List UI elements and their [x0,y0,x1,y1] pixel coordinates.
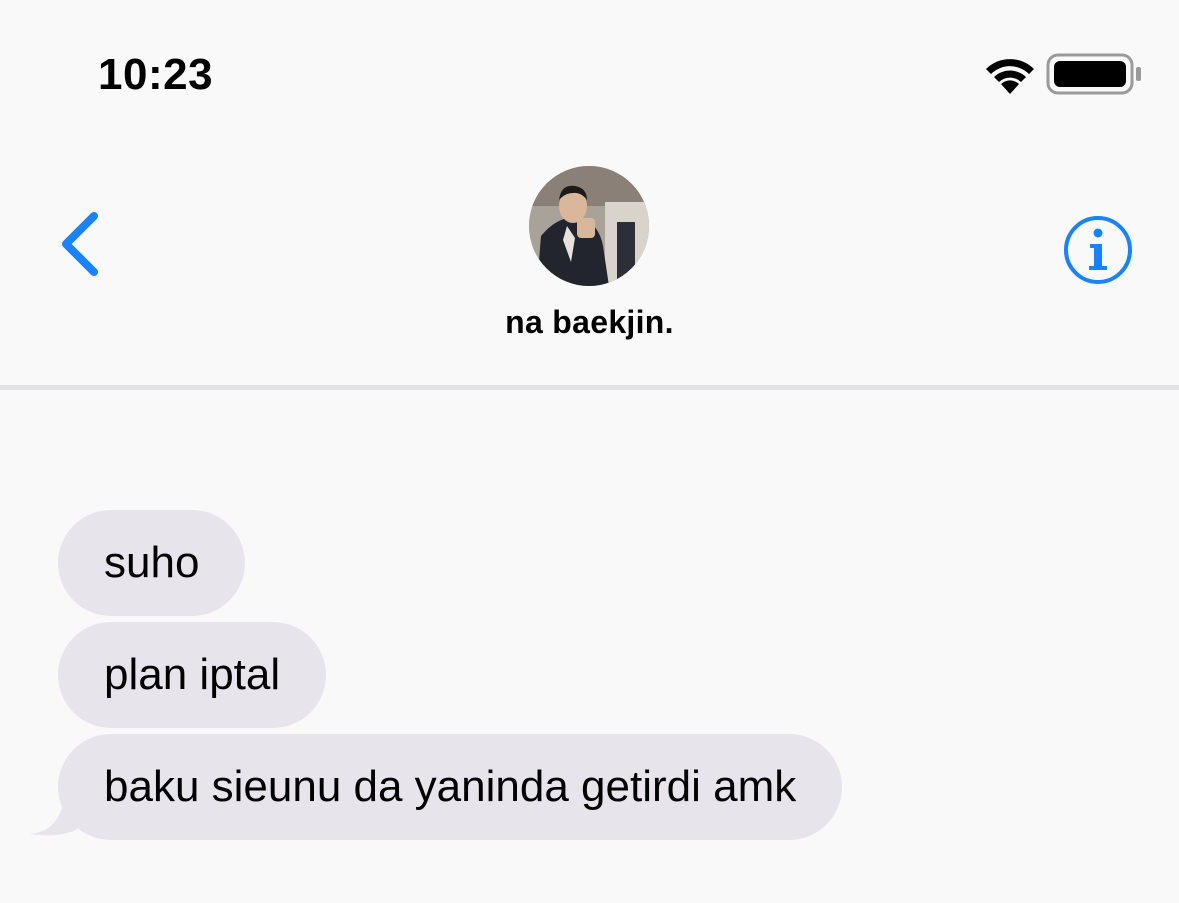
battery-icon [1046,53,1141,95]
contact-name[interactable]: na baekjin. [0,304,1179,341]
status-time: 10:23 [98,50,214,99]
avatar-photo [529,166,649,286]
incoming-message-bubble[interactable]: plan iptal [58,622,327,728]
incoming-message-bubble[interactable]: suho [58,510,246,616]
status-bar: 10:23 [0,0,1179,130]
incoming-message-bubble[interactable]: baku sieunu da yaninda getirdi amk [58,734,843,840]
wifi-icon [986,59,1034,94]
info-icon[interactable] [1062,214,1134,286]
contact-avatar[interactable] [529,166,649,286]
back-chevron-icon[interactable] [56,208,104,280]
